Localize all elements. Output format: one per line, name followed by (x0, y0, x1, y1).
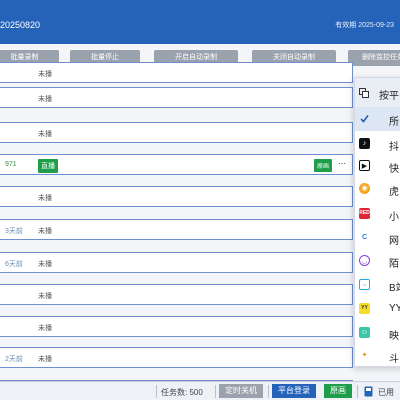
platform-label: 网 (389, 236, 399, 247)
table-row[interactable]: 971 直播 原画 ⋯ (0, 154, 353, 175)
platform-label: YY (389, 303, 400, 314)
douyu-icon: ✦ (359, 350, 370, 361)
viewer-count: 971 (5, 161, 17, 168)
netease-icon: C (359, 232, 370, 243)
status-label: 未播 (38, 261, 52, 268)
platform-filter-dropdown: 按平 所 ♪ 抖 ▶ 快 ◉ 虎 RED 小 C 网 ◡ 陌 ▫ B站 YY Y… (354, 77, 400, 367)
status-label: 未播 (38, 96, 52, 103)
platform-item-bilibili[interactable]: ▫ B站 (355, 273, 400, 297)
task-count: 任务数: 500 (161, 388, 203, 397)
platform-label: 陌 (389, 259, 399, 270)
last-live-time: 2天前 (5, 356, 23, 363)
status-label: 未播 (38, 131, 52, 138)
table-row[interactable]: 未播 (0, 62, 353, 83)
platform-item-yy[interactable]: YY YY (355, 297, 400, 321)
divider (156, 385, 157, 398)
platform-login-button[interactable]: 平台登录 (272, 384, 316, 398)
table-row[interactable]: 未播 (0, 186, 353, 207)
kuaishou-icon: ▶ (359, 160, 370, 171)
last-live-time: 3天前 (5, 228, 23, 235)
expire-date: 2025-09-23 (358, 22, 394, 29)
platform-item-douyu[interactable]: ✦ 斗 (355, 344, 400, 368)
app-header: 20250820 有效期 2025-09-23 (0, 0, 400, 44)
platform-item-douyin[interactable]: ♪ 抖 (355, 132, 400, 156)
platform-label: 小 (389, 212, 399, 223)
platform-item-xiaohongshu[interactable]: RED 小 (355, 202, 400, 226)
delete-monitor-task-button[interactable]: 删除监控任务 (348, 50, 400, 66)
status-label: 未播 (38, 325, 52, 332)
status-bar: 任务数: 500 定时关机 平台登录 原画 已用 (0, 381, 400, 400)
table-row[interactable]: 未播 (0, 87, 353, 108)
copy-icon (359, 88, 369, 98)
table-row[interactable]: 3天前 未播 (0, 219, 353, 240)
divider (357, 385, 358, 398)
bilibili-icon: ▫ (359, 279, 370, 290)
status-label: 未播 (38, 293, 52, 300)
quality-button[interactable]: 原画 (324, 384, 352, 398)
platform-label: B站 (389, 283, 400, 294)
platform-label: 抖 (389, 142, 399, 153)
version-label: 20250820 (0, 20, 41, 30)
divider (215, 385, 216, 398)
xiaohongshu-icon: RED (359, 208, 370, 219)
check-icon (360, 115, 369, 123)
table-row[interactable]: 未播 (0, 316, 353, 337)
yy-icon: YY (359, 303, 370, 314)
divider (268, 385, 269, 398)
expire-label: 有效期 (335, 22, 357, 29)
live-badge: 直播 (38, 159, 58, 173)
expire-info: 有效期 2025-09-23 (335, 20, 394, 30)
status-label: 未播 (38, 71, 52, 78)
dropdown-header[interactable]: 按平 (355, 78, 400, 108)
platform-label: 虎 (389, 187, 399, 198)
platform-item-huya[interactable]: ◉ 虎 (355, 177, 400, 201)
status-label: 未播 (38, 356, 52, 363)
platform-label: 斗 (389, 354, 399, 365)
timer-shutdown-button[interactable]: 定时关机 (219, 384, 263, 398)
table-row[interactable]: 6天前 未播 (0, 252, 353, 273)
platform-item-momo[interactable]: ◡ 陌 (355, 249, 400, 273)
platform-label: 快 (389, 164, 399, 175)
platform-label: 映 (389, 331, 399, 342)
douyin-icon: ♪ (359, 138, 370, 149)
used-space-label: 已用 (378, 388, 394, 397)
last-live-time: 6天前 (5, 261, 23, 268)
table-row[interactable]: 未播 (0, 284, 353, 305)
platform-item-yingke[interactable]: ☺ 映 (355, 321, 400, 345)
quality-badge[interactable]: 原画 (314, 159, 333, 172)
momo-icon: ◡ (359, 255, 370, 266)
status-label: 未播 (38, 228, 52, 235)
table-row[interactable]: 未播 (0, 122, 353, 143)
more-icon[interactable]: ⋯ (338, 159, 346, 168)
table-row[interactable]: 2天前 未播 (0, 347, 353, 368)
platform-label: 所 (389, 117, 399, 128)
status-label: 未播 (38, 195, 52, 202)
yingke-icon: ☺ (359, 327, 370, 338)
dropdown-header-label: 按平 (379, 91, 399, 102)
platform-item-kuaishou[interactable]: ▶ 快 (355, 154, 400, 178)
disk-icon (364, 386, 373, 397)
huya-icon: ◉ (359, 183, 370, 194)
platform-item-all[interactable]: 所 (355, 107, 400, 131)
platform-item-netease[interactable]: C 网 (355, 226, 400, 250)
